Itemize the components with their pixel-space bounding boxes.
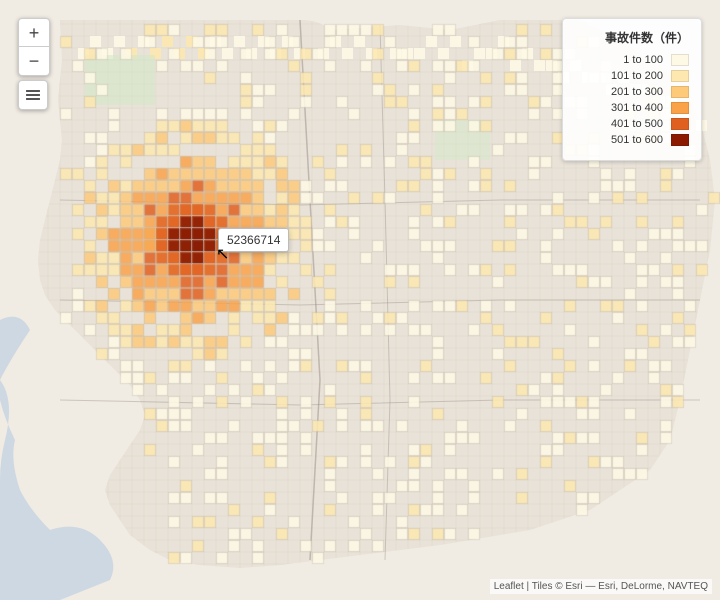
legend-label-4: 301 to 400 [611, 102, 663, 114]
legend-color-4 [671, 102, 689, 114]
legend-title: 事故件数（件） [575, 29, 689, 46]
legend-label-6: 501 to 600 [611, 134, 663, 146]
legend-label-1: 1 to 100 [623, 54, 663, 66]
legend-item-4: 301 to 400 [575, 102, 689, 114]
legend-color-5 [671, 118, 689, 130]
tooltip-value: 52366714 [227, 233, 280, 247]
legend-item-2: 101 to 200 [575, 70, 689, 82]
zoom-out-button[interactable]: − [19, 47, 49, 75]
legend-label-3: 201 to 300 [611, 86, 663, 98]
zoom-controls: + − [18, 18, 50, 76]
legend-item-1: 1 to 100 [575, 54, 689, 66]
legend-color-1 [671, 54, 689, 66]
legend-color-2 [671, 70, 689, 82]
layers-button[interactable] [18, 80, 48, 110]
legend: 事故件数（件） 1 to 100 101 to 200 201 to 300 3… [562, 18, 702, 161]
legend-label-5: 401 to 500 [611, 118, 663, 130]
map-tooltip: 52366714 [218, 228, 289, 252]
layers-icon [24, 86, 42, 104]
legend-item-5: 401 to 500 [575, 118, 689, 130]
legend-label-2: 101 to 200 [611, 70, 663, 82]
map-container[interactable]: + − 事故件数（件） 1 to 100 101 to 200 201 to 3… [0, 0, 720, 600]
zoom-in-button[interactable]: + [19, 19, 49, 47]
map-attribution: Leaflet | Tiles © Esri — Esri, DeLorme, … [490, 579, 712, 594]
legend-item-3: 201 to 300 [575, 86, 689, 98]
legend-item-6: 501 to 600 [575, 134, 689, 146]
legend-color-6 [671, 134, 689, 146]
legend-color-3 [671, 86, 689, 98]
